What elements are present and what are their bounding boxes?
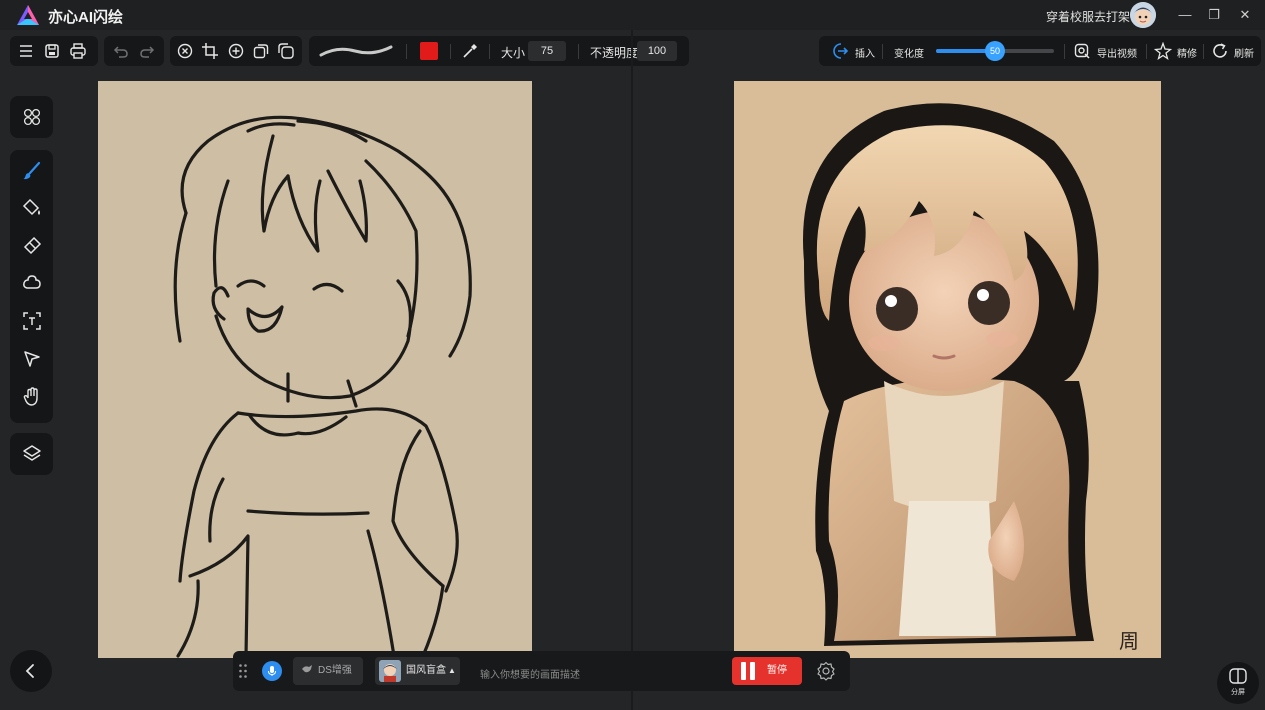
- eraser-icon[interactable]: [21, 235, 43, 257]
- user-name[interactable]: 穿着校服去打架: [1046, 8, 1130, 25]
- style-thumbnail: [379, 660, 401, 682]
- eyedropper-icon[interactable]: [460, 41, 480, 61]
- sketch-canvas[interactable]: [98, 81, 532, 658]
- print-icon[interactable]: [68, 41, 88, 61]
- apps-group: [10, 96, 53, 138]
- ds-enhance-button[interactable]: DS增强: [293, 657, 363, 685]
- layers-group: [10, 433, 53, 475]
- menu-icon[interactable]: [16, 41, 36, 61]
- sketch-drawing: [173, 115, 472, 658]
- size-label: 大小: [501, 46, 526, 60]
- drawing-tools: [10, 150, 53, 423]
- split-screen-button[interactable]: 分屏: [1217, 662, 1259, 704]
- history-toolbar: [104, 36, 164, 66]
- drag-handle-icon[interactable]: [238, 663, 248, 679]
- opacity-input[interactable]: 100: [637, 41, 677, 61]
- restore-button[interactable]: ❐: [1203, 4, 1225, 26]
- variation-slider[interactable]: 50: [936, 41, 1054, 61]
- layers-icon[interactable]: [21, 443, 43, 465]
- refine-icon[interactable]: [1153, 41, 1173, 61]
- add-circle-icon[interactable]: [226, 41, 246, 61]
- select-arrow-icon[interactable]: [21, 348, 43, 370]
- prompt-bar: DS增强 国风盲盒 ▲ 输入你想要的画面描述 暂停: [233, 651, 850, 691]
- redo-icon[interactable]: [137, 41, 157, 61]
- undo-icon[interactable]: [111, 41, 131, 61]
- text-select-icon[interactable]: [21, 310, 43, 332]
- refine-label[interactable]: 精修: [1177, 45, 1197, 60]
- variation-label: 变化度: [894, 49, 924, 60]
- copy-layer-icon[interactable]: [251, 41, 271, 61]
- avatar-image: [1130, 2, 1156, 28]
- brush-stroke-preview[interactable]: [317, 40, 395, 62]
- fill-bucket-icon[interactable]: [21, 197, 43, 219]
- refresh-icon[interactable]: [1210, 41, 1230, 61]
- prompt-input[interactable]: 输入你想要的画面描述: [480, 666, 580, 681]
- generation-toolbar: 插入 变化度 50 导出视频 精修 刷新: [819, 36, 1261, 66]
- microphone-icon[interactable]: [262, 661, 282, 681]
- export-video-icon[interactable]: [1072, 41, 1092, 61]
- generated-figure: 周: [803, 103, 1139, 653]
- brush-icon[interactable]: [21, 160, 43, 182]
- apps-icon[interactable]: [21, 106, 43, 128]
- split-screen-label: 分屏: [1231, 689, 1245, 696]
- insert-icon[interactable]: [831, 41, 851, 61]
- pause-icon: [741, 662, 755, 692]
- close-button[interactable]: ✕: [1234, 4, 1256, 26]
- caret-up-icon: ▲: [448, 666, 456, 675]
- generated-image-canvas: 周: [734, 81, 1161, 658]
- minimize-button[interactable]: —: [1174, 4, 1196, 26]
- size-input[interactable]: 75: [528, 41, 566, 61]
- pause-button[interactable]: 暂停: [732, 657, 802, 685]
- lasso-icon[interactable]: [21, 272, 43, 294]
- duplicate-icon[interactable]: [276, 41, 296, 61]
- ds-enhance-icon: [301, 658, 313, 686]
- app-title: 亦心AI闪绘: [48, 9, 124, 26]
- split-divider[interactable]: [631, 30, 633, 710]
- refresh-label[interactable]: 刷新: [1234, 45, 1254, 60]
- split-screen-icon: [1229, 668, 1247, 684]
- brush-color-swatch[interactable]: [420, 42, 438, 60]
- insert-label[interactable]: 插入: [855, 45, 875, 60]
- save-icon[interactable]: [42, 41, 62, 61]
- settings-gear-icon[interactable]: [816, 661, 836, 681]
- crop-icon[interactable]: [200, 41, 220, 61]
- app-logo-icon: [17, 5, 39, 25]
- export-video-label[interactable]: 导出视频: [1097, 45, 1137, 60]
- transform-toolbar: [170, 36, 302, 66]
- style-selector[interactable]: 国风盲盒 ▲: [375, 657, 460, 685]
- clear-canvas-icon[interactable]: [175, 41, 195, 61]
- collapse-panel-button[interactable]: [10, 650, 52, 692]
- hand-pan-icon[interactable]: [21, 386, 43, 408]
- variation-slider-thumb[interactable]: 50: [985, 41, 1005, 61]
- title-bar: 亦心AI闪绘 穿着校服去打架 — ❐ ✕: [0, 0, 1265, 30]
- avatar[interactable]: [1130, 2, 1156, 28]
- chevron-left-icon: [25, 664, 34, 678]
- signature-stamp: 周: [1119, 629, 1139, 653]
- file-toolbar: [10, 36, 98, 66]
